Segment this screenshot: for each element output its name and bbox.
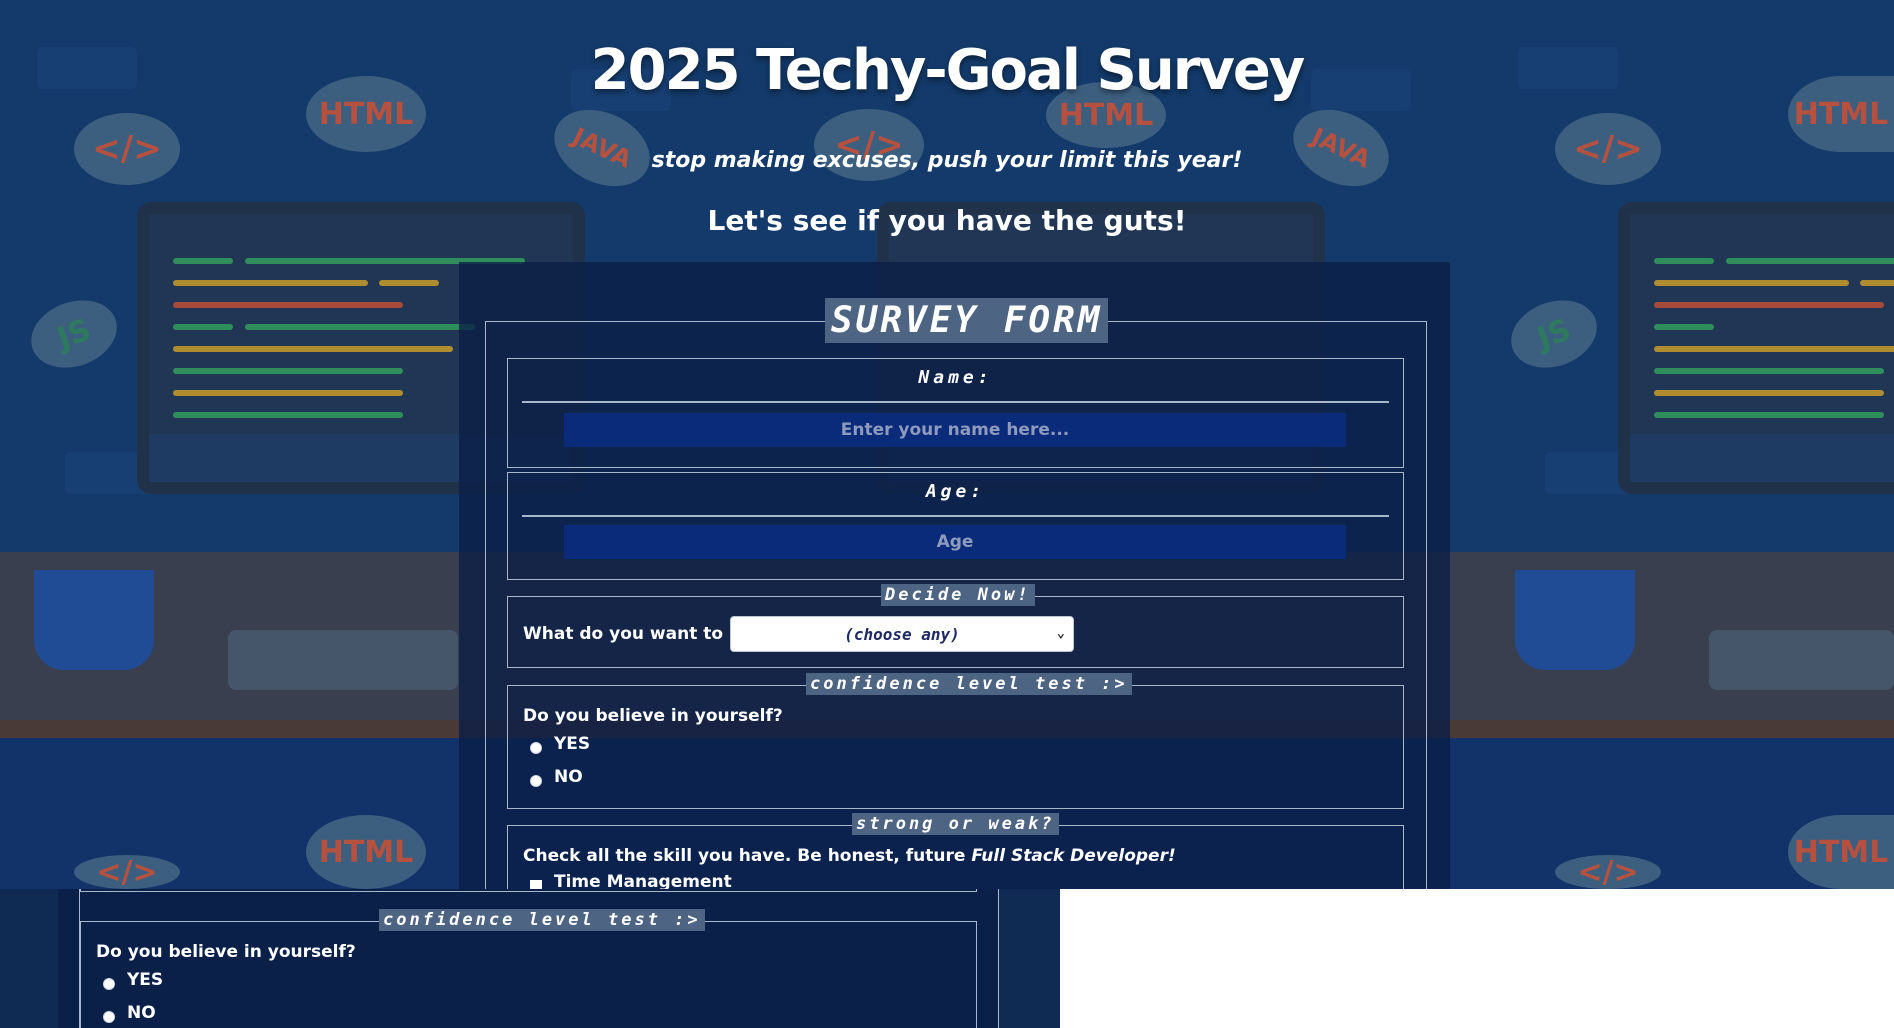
code-bubble-icon: </> xyxy=(1555,855,1661,889)
career-select-value: (choose any) xyxy=(844,624,960,644)
name-input[interactable] xyxy=(564,413,1346,447)
confidence-legend: confidence level test :> xyxy=(806,673,1132,695)
confidence-yes-radio[interactable] xyxy=(530,742,542,754)
decide-fieldset: What do you want to be? (choose any) ⌄ xyxy=(507,596,1404,668)
survey-form-panel-repeat: Do you believe in yourself? YES NO confi… xyxy=(58,889,999,1028)
age-fieldset: Age: xyxy=(507,472,1404,580)
confidence-question: Do you believe in yourself? xyxy=(96,942,356,962)
name-label: Name: xyxy=(918,367,993,388)
confidence-yes-radio[interactable] xyxy=(103,978,115,990)
career-select[interactable]: (choose any) ⌄ xyxy=(730,616,1074,652)
page-subtitle: stop making excuses, push your limit thi… xyxy=(651,148,1243,173)
skills-legend: strong or weak? xyxy=(852,813,1059,835)
page-tagline: Let's see if you have the guts! xyxy=(707,204,1187,237)
confidence-no-label: NO xyxy=(127,1003,156,1023)
survey-form-panel: SURVEY FORM Name: Age: What do you want … xyxy=(459,262,1450,889)
confidence-no-label: NO xyxy=(554,767,583,787)
keyboard-illustration xyxy=(1709,630,1894,690)
chevron-down-icon: ⌄ xyxy=(1056,625,1065,641)
confidence-fieldset: Do you believe in yourself? YES NO xyxy=(80,921,977,1028)
age-input[interactable] xyxy=(564,525,1346,559)
confidence-legend: confidence level test :> xyxy=(379,909,705,931)
decide-fieldset xyxy=(80,889,977,892)
confidence-yes-label: YES xyxy=(554,734,591,754)
survey-form-legend: SURVEY FORM xyxy=(825,298,1109,343)
career-question: What do you want to be? xyxy=(523,624,763,644)
monitor-illustration xyxy=(1618,202,1894,494)
html-bubble-icon: HTML xyxy=(1788,815,1894,889)
confidence-no-radio[interactable] xyxy=(530,775,542,787)
confidence-fieldset: Do you believe in yourself? YES NO xyxy=(507,685,1404,809)
confidence-yes-label: YES xyxy=(127,970,164,990)
confidence-question: Do you believe in yourself? xyxy=(523,706,783,726)
skill-time-management-checkbox[interactable] xyxy=(530,880,542,889)
decide-legend: Decide Now! xyxy=(881,584,1035,606)
mug-illustration xyxy=(1515,570,1635,670)
name-fieldset: Name: xyxy=(507,358,1404,468)
age-label: Age: xyxy=(925,481,986,502)
skills-question: Check all the skill you have. Be honest,… xyxy=(523,846,1176,866)
page-title: 2025 Techy-Goal Survey xyxy=(590,38,1306,103)
keyboard-illustration xyxy=(228,630,458,690)
confidence-no-radio[interactable] xyxy=(103,1011,115,1023)
code-bubble-icon: </> xyxy=(74,855,180,889)
skill-time-management-label: Time Management xyxy=(554,872,732,889)
mug-illustration xyxy=(34,570,154,670)
html-bubble-icon: HTML xyxy=(306,815,426,889)
